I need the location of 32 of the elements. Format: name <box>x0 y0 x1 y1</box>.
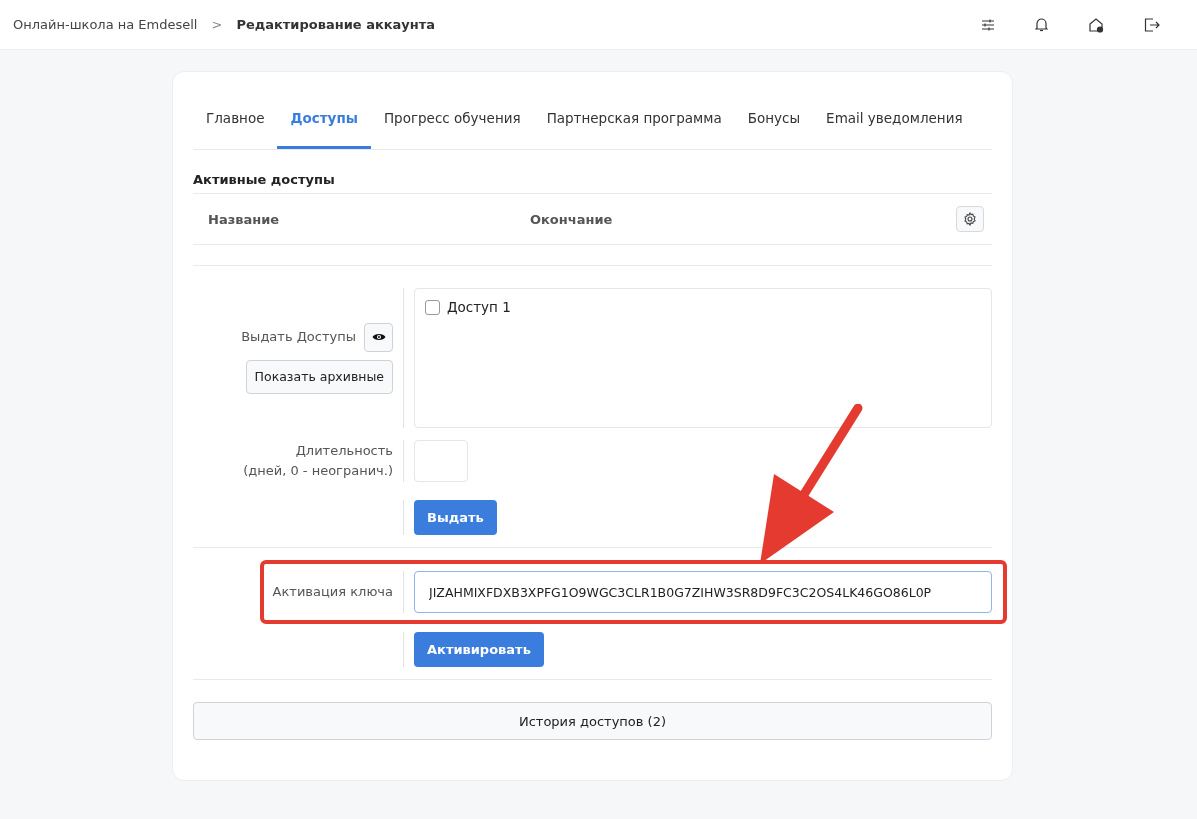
tab[interactable]: Email уведомления <box>813 92 976 149</box>
breadcrumb-link[interactable]: Онлайн-школа на Emdesell <box>13 17 198 32</box>
field-label: Выдать Доступы <box>241 328 356 346</box>
show-archived-button[interactable]: Показать архивные <box>245 359 393 394</box>
column-header: Название <box>208 211 281 227</box>
duration-field[interactable] <box>414 440 468 482</box>
eye-icon <box>371 332 386 342</box>
column-header: Окончание <box>530 211 614 227</box>
history-button[interactable]: История доступов (2) <box>193 702 992 740</box>
eye-button[interactable] <box>364 322 393 352</box>
field-label: Длительность <box>295 442 393 460</box>
bell-icon[interactable] <box>1035 17 1048 32</box>
home-icon[interactable] <box>1088 16 1104 33</box>
logout-icon[interactable] <box>1144 17 1160 32</box>
tab[interactable]: Доступы <box>277 92 371 149</box>
grant-button[interactable]: Выдать <box>414 500 497 535</box>
settings-button[interactable] <box>956 206 984 232</box>
tab[interactable]: Прогресс обучения <box>370 92 534 149</box>
option-label: Доступ 1 <box>447 299 511 315</box>
section-title: Активные доступы <box>193 150 992 194</box>
checkbox[interactable] <box>425 299 440 315</box>
breadcrumb-separator: > <box>211 17 223 32</box>
gear-icon <box>963 212 977 226</box>
sliders-icon[interactable] <box>981 17 995 32</box>
tab[interactable]: Главное <box>193 92 278 149</box>
field-hint: (дней, 0 - неогранич.) <box>243 462 393 480</box>
key-field[interactable]: JIZAHMIXFDXB3XPFG1O9WGC3CLR1B0G7ZIHW3SR8D9FC3C2OS4LK46GO86L0P <box>414 571 992 613</box>
field-label: Активация ключа <box>272 583 393 601</box>
page-title: Редактирование аккаунта <box>236 17 436 32</box>
tab[interactable]: Бонусы <box>734 92 814 149</box>
activate-button[interactable]: Активировать <box>414 632 544 667</box>
tab[interactable]: Партнерская программа <box>533 92 735 149</box>
